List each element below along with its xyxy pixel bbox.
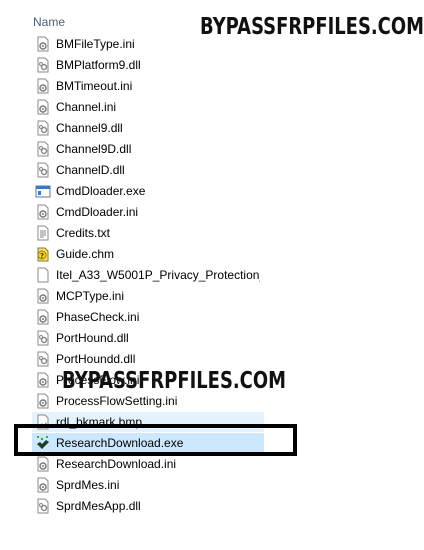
settings-file-icon <box>37 372 49 388</box>
exe-window-icon <box>35 185 51 198</box>
file-name: PortHoundd.dll <box>56 352 136 366</box>
file-row-porthoundd-dll[interactable]: PortHoundd.dll <box>32 349 264 369</box>
file-name: BMPlatform9.dll <box>56 58 141 72</box>
file-row-credits-txt[interactable]: Credits.txt <box>32 223 264 243</box>
file-name: Guide.chm <box>56 247 115 261</box>
dll-file-icon <box>37 57 49 73</box>
file-row-sprdmesapp-dll[interactable]: SprdMesApp.dll <box>32 496 264 516</box>
file-name: CmdDloader.exe <box>56 184 146 198</box>
file-row-channel9d-dll[interactable]: Channel9D.dll <box>32 139 264 159</box>
settings-file-icon <box>37 456 49 472</box>
svg-text:?: ? <box>40 252 44 260</box>
file-row-phasecheck-ini[interactable]: PhaseCheck.ini <box>32 307 264 327</box>
file-row-channel-ini[interactable]: Channel.ini <box>32 97 264 117</box>
file-row-channel9-dll[interactable]: Channel9.dll <box>32 118 264 138</box>
highlight-box-researchdownload <box>14 424 297 456</box>
text-file-icon <box>37 225 49 241</box>
dll-file-icon <box>37 141 49 157</box>
dll-file-icon <box>37 330 49 346</box>
settings-file-icon <box>37 288 49 304</box>
file-row-researchdownload-ini[interactable]: ResearchDownload.ini <box>32 454 264 474</box>
file-row-bmtimeout-ini[interactable]: BMTimeout.ini <box>32 76 264 96</box>
file-row-porthound-dll[interactable]: PortHound.dll <box>32 328 264 348</box>
watermark-middle: BYPASSFRPFILES.COM <box>62 368 286 394</box>
dll-file-icon <box>37 162 49 178</box>
settings-file-icon <box>37 477 49 493</box>
file-row-bmplatform9-dll[interactable]: BMPlatform9.dll <box>32 55 264 75</box>
dll-file-icon <box>37 498 49 514</box>
file-row-channeld-dll[interactable]: ChannelD.dll <box>32 160 264 180</box>
file-row-processflowsetting-ini[interactable]: ProcessFlowSetting.ini <box>32 391 264 411</box>
settings-file-icon <box>37 309 49 325</box>
file-row-itel-a33-privacy-fix[interactable]: Itel_A33_W5001P_Privacy_Protection_Fix <box>32 265 264 285</box>
file-name: Credits.txt <box>56 226 111 240</box>
file-name: BMFileType.ini <box>56 37 135 51</box>
file-name: SprdMesApp.dll <box>56 499 141 513</box>
file-name: CmdDloader.ini <box>56 205 139 219</box>
dll-file-icon <box>37 351 49 367</box>
file-list: Name BMFileType.ini BMPlatform9.dll BMTi… <box>0 0 424 550</box>
settings-file-icon <box>37 99 49 115</box>
settings-file-icon <box>37 36 49 52</box>
file-name: Channel9D.dll <box>56 142 132 156</box>
dll-file-icon <box>37 120 49 136</box>
settings-file-icon <box>37 393 49 409</box>
file-name: Itel_A33_W5001P_Privacy_Protection_Fix <box>56 268 260 282</box>
file-name: ResearchDownload.ini <box>56 457 177 471</box>
file-name: BMTimeout.ini <box>56 79 133 93</box>
file-row-guide-chm[interactable]: ? Guide.chm <box>32 244 264 264</box>
settings-file-icon <box>37 204 49 220</box>
settings-file-icon <box>37 78 49 94</box>
help-file-icon: ? <box>37 247 49 262</box>
file-row-mcptype-ini[interactable]: MCPType.ini <box>32 286 264 306</box>
file-name: Channel.ini <box>56 100 117 114</box>
file-row-cmddloader-ini[interactable]: CmdDloader.ini <box>32 202 264 222</box>
file-name: MCPType.ini <box>56 289 125 303</box>
file-name: PortHound.dll <box>56 331 129 345</box>
file-row-cmddloader-exe[interactable]: CmdDloader.exe <box>32 181 264 201</box>
file-name: SprdMes.ini <box>56 478 120 492</box>
column-header-name[interactable]: Name <box>33 15 65 29</box>
watermark-top: BYPASSFRPFILES.COM <box>200 14 424 40</box>
file-name: ProcessFlowSetting.ini <box>56 394 178 408</box>
file-row-sprdmes-ini[interactable]: SprdMes.ini <box>32 475 264 495</box>
blank-file-icon <box>37 267 49 283</box>
file-name: PhaseCheck.ini <box>56 310 140 324</box>
file-name: Channel9.dll <box>56 121 123 135</box>
file-name: ChannelD.dll <box>56 163 125 177</box>
